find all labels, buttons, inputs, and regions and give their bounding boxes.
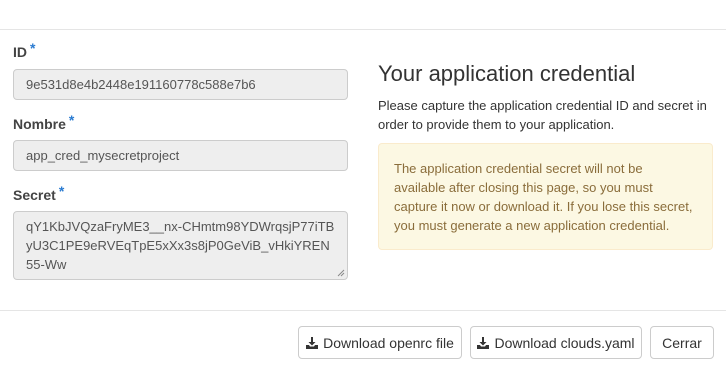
download-openrc-label: Download openrc file (323, 334, 454, 351)
download-icon (477, 336, 490, 349)
header-divider (0, 29, 726, 30)
secret-textarea[interactable]: qY1KbJVQzaFryME3__nx-CHmtm98YDWrqsjP77iT… (13, 211, 348, 280)
secret-label: Secret * (13, 183, 65, 203)
secret-value: qY1KbJVQzaFryME3__nx-CHmtm98YDWrqsjP77iT… (26, 219, 335, 272)
close-button[interactable]: Cerrar (650, 326, 714, 359)
id-field-value: 9e531d8e4b2448e191160778c588e7b6 (26, 77, 256, 92)
required-asterisk: * (58, 183, 65, 199)
resize-grip-icon[interactable] (337, 269, 345, 277)
panel-title: Your application credential (378, 61, 636, 86)
download-clouds-yaml-label: Download clouds.yaml (494, 334, 635, 351)
required-asterisk: * (68, 112, 75, 128)
download-icon (306, 336, 319, 349)
name-field-value: app_cred_mysecretproject (26, 148, 180, 163)
footer-divider (0, 310, 726, 311)
download-openrc-button[interactable]: Download openrc file (298, 326, 462, 359)
download-clouds-yaml-button[interactable]: Download clouds.yaml (470, 326, 642, 359)
required-asterisk: * (30, 40, 36, 56)
warning-text: The application credential secret will n… (394, 161, 693, 233)
warning-alert: The application credential secret will n… (378, 143, 713, 250)
id-field[interactable]: 9e531d8e4b2448e191160778c588e7b6 (13, 69, 348, 100)
name-label: Nombre * (13, 112, 75, 132)
close-label: Cerrar (662, 334, 702, 351)
name-field[interactable]: app_cred_mysecretproject (13, 140, 348, 171)
id-label: ID * (13, 40, 36, 60)
panel-description: Please capture the application credentia… (378, 98, 707, 132)
